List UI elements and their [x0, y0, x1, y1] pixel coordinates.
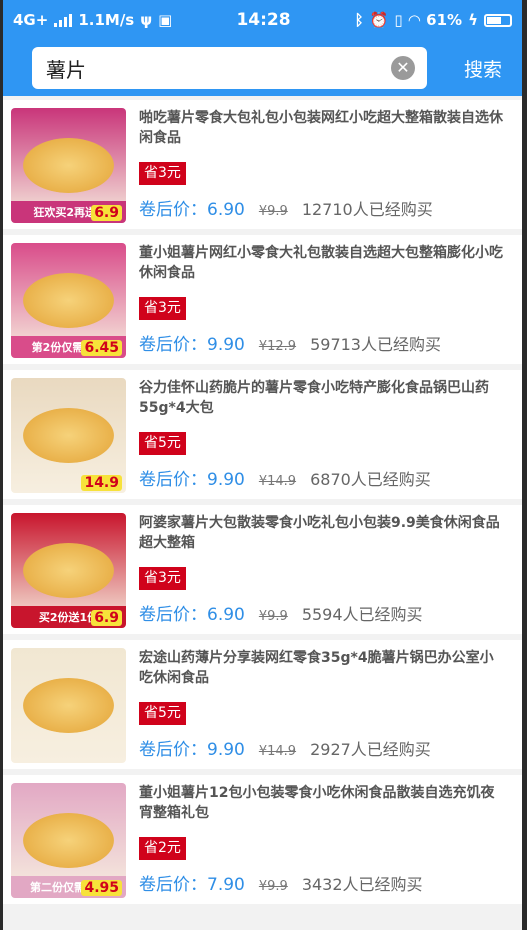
search-button[interactable]: 搜索	[464, 55, 502, 82]
status-bar: 4G+ 1.1M/s ψ ▣ 14:28 ᛒ ⏰ ▯ ◠ 61% ϟ	[3, 0, 522, 40]
signal-icon	[54, 13, 73, 27]
thumb-price-tag: 14.9	[81, 475, 122, 491]
battery-percent: 61%	[426, 11, 463, 29]
chips-image	[23, 408, 114, 463]
product-info: 阿婆家薯片大包散装零食小吃礼包小包装9.9美食休闲食品超大整箱省3元卷后价： 6.…	[139, 513, 504, 625]
product-title[interactable]: 啪吃薯片零食大包礼包小包装网红小吃超大整箱散装自选休闲食品	[139, 108, 504, 148]
product-thumbnail[interactable]: 第二份仅需半价 4.95	[11, 783, 126, 898]
original-price: ¥14.9	[258, 744, 297, 759]
after-coupon-label: 卷后价：	[139, 605, 207, 625]
product-item[interactable]: 狂欢买2再送1 6.9 啪吃薯片零食大包礼包小包装网红小吃超大整箱散装自选休闲食品省…	[3, 100, 522, 229]
network-speed: 1.1M/s	[78, 11, 135, 29]
after-coupon-label: 卷后价：	[139, 740, 207, 760]
vibrate-icon: ▯	[394, 11, 403, 29]
after-coupon-label: 卷后价：	[139, 200, 207, 220]
notification-app-icon: ▣	[158, 11, 173, 29]
after-coupon-price: 9.90	[207, 470, 245, 490]
product-info: 董小姐薯片12包小包装零食小吃休闲食品散装自选充饥夜宵整箱礼包省2元卷后价： 7.…	[139, 783, 504, 895]
product-info: 谷力佳怀山药脆片的薯片零食小吃特产膨化食品锅巴山药55g*4大包省5元卷后价： 9…	[139, 378, 504, 490]
chips-image	[23, 813, 114, 868]
status-left: 4G+ 1.1M/s ψ ▣	[13, 11, 172, 29]
alarm-icon: ⏰	[369, 11, 389, 29]
bluetooth-icon: ᛒ	[354, 11, 364, 29]
coupon-badge: 省3元	[139, 297, 186, 320]
app-screen: 4G+ 1.1M/s ψ ▣ 14:28 ᛒ ⏰ ▯ ◠ 61% ϟ 薯片 ✕ …	[3, 0, 522, 930]
chips-image	[23, 543, 114, 598]
product-thumbnail[interactable]: 买2份送1份 6.9	[11, 513, 126, 628]
after-coupon-label: 卷后价：	[139, 335, 207, 355]
product-item[interactable]: 宏途山药薄片分享装网红零食35g*4脆薯片锅巴办公室小吃休闲食品省5元卷后价： 9…	[3, 640, 522, 769]
coupon-badge: 省5元	[139, 432, 186, 455]
product-title[interactable]: 谷力佳怀山药脆片的薯片零食小吃特产膨化食品锅巴山药55g*4大包	[139, 378, 504, 418]
price-line: 卷后价： 9.90 ¥12.9 59713人已经购买	[139, 330, 504, 355]
product-info: 董小姐薯片网红小零食大礼包散装自选超大包整箱膨化小吃休闲食品省3元卷后价： 9.9…	[139, 243, 504, 355]
sold-count: 2927人已经购买	[310, 740, 431, 759]
after-coupon-price: 7.90	[207, 875, 245, 895]
after-coupon-price: 9.90	[207, 740, 245, 760]
price-line: 卷后价： 9.90 ¥14.9 2927人已经购买	[139, 735, 504, 760]
product-title[interactable]: 宏途山药薄片分享装网红零食35g*4脆薯片锅巴办公室小吃休闲食品	[139, 648, 504, 688]
thumb-price-tag: 4.95	[81, 880, 122, 896]
price-line: 卷后价： 7.90 ¥9.9 3432人已经购买	[139, 870, 504, 895]
search-input[interactable]: 薯片 ✕	[32, 47, 427, 89]
after-coupon-price: 9.90	[207, 335, 245, 355]
sold-count: 3432人已经购买	[301, 875, 423, 894]
product-item[interactable]: 第2份仅需半价 6.45 董小姐薯片网红小零食大礼包散装自选超大包整箱膨化小吃休闲食…	[3, 235, 522, 364]
battery-icon	[483, 13, 512, 27]
after-coupon-label: 卷后价：	[139, 470, 207, 490]
thumb-price-tag: 6.45	[81, 340, 122, 356]
product-item[interactable]: 14.9 谷力佳怀山药脆片的薯片零食小吃特产膨化食品锅巴山药55g*4大包省5元卷…	[3, 370, 522, 499]
product-title[interactable]: 阿婆家薯片大包散装零食小吃礼包小包装9.9美食休闲食品超大整箱	[139, 513, 504, 553]
price-line: 卷后价： 6.90 ¥9.9 5594人已经购买	[139, 600, 504, 625]
sold-count: 5594人已经购买	[301, 605, 423, 624]
chips-image	[23, 273, 114, 328]
price-line: 卷后价： 6.90 ¥9.9 12710人已经购买	[139, 195, 504, 220]
sold-count: 6870人已经购买	[310, 470, 431, 489]
product-item[interactable]: 买2份送1份 6.9 阿婆家薯片大包散装零食小吃礼包小包装9.9美食休闲食品超大整箱…	[3, 505, 522, 634]
search-header: 薯片 ✕ 搜索	[3, 40, 522, 96]
thumb-price-tag: 6.9	[91, 610, 122, 626]
thumb-price-tag: 6.9	[91, 205, 122, 221]
original-price: ¥12.9	[258, 339, 297, 354]
original-price: ¥14.9	[258, 474, 297, 489]
coupon-badge: 省5元	[139, 702, 186, 725]
sold-count: 59713人已经购买	[310, 335, 441, 354]
original-price: ¥9.9	[258, 609, 288, 624]
product-thumbnail[interactable]	[11, 648, 126, 763]
product-thumbnail[interactable]: 14.9	[11, 378, 126, 493]
product-info: 啪吃薯片零食大包礼包小包装网红小吃超大整箱散装自选休闲食品省3元卷后价： 6.90…	[139, 108, 504, 220]
usb-icon: ψ	[140, 11, 153, 29]
coupon-badge: 省2元	[139, 837, 186, 860]
original-price: ¥9.9	[258, 204, 288, 219]
chips-image	[23, 678, 114, 733]
search-query-text: 薯片	[46, 57, 86, 82]
product-item[interactable]: 第二份仅需半价 4.95 董小姐薯片12包小包装零食小吃休闲食品散装自选充饥夜宵整箱…	[3, 775, 522, 904]
coupon-badge: 省3元	[139, 162, 186, 185]
chips-image	[23, 138, 114, 193]
product-info: 宏途山药薄片分享装网红零食35g*4脆薯片锅巴办公室小吃休闲食品省5元卷后价： 9…	[139, 648, 504, 760]
original-price: ¥9.9	[258, 879, 288, 894]
product-list: 狂欢买2再送1 6.9 啪吃薯片零食大包礼包小包装网红小吃超大整箱散装自选休闲食品省…	[3, 96, 522, 904]
sold-count: 12710人已经购买	[301, 200, 433, 219]
product-title[interactable]: 董小姐薯片12包小包装零食小吃休闲食品散装自选充饥夜宵整箱礼包	[139, 783, 504, 823]
status-right: ᛒ ⏰ ▯ ◠ 61% ϟ	[355, 11, 512, 29]
charging-icon: ϟ	[468, 11, 478, 29]
product-thumbnail[interactable]: 第2份仅需半价 6.45	[11, 243, 126, 358]
network-type: 4G+	[13, 11, 49, 29]
product-thumbnail[interactable]: 狂欢买2再送1 6.9	[11, 108, 126, 223]
after-coupon-label: 卷后价：	[139, 875, 207, 895]
product-title[interactable]: 董小姐薯片网红小零食大礼包散装自选超大包整箱膨化小吃休闲食品	[139, 243, 504, 283]
coupon-badge: 省3元	[139, 567, 186, 590]
clock: 14:28	[236, 10, 291, 30]
price-line: 卷后价： 9.90 ¥14.9 6870人已经购买	[139, 465, 504, 490]
after-coupon-price: 6.90	[207, 605, 245, 625]
wifi-icon: ◠	[408, 11, 421, 29]
after-coupon-price: 6.90	[207, 200, 245, 220]
clear-icon[interactable]: ✕	[391, 56, 415, 80]
